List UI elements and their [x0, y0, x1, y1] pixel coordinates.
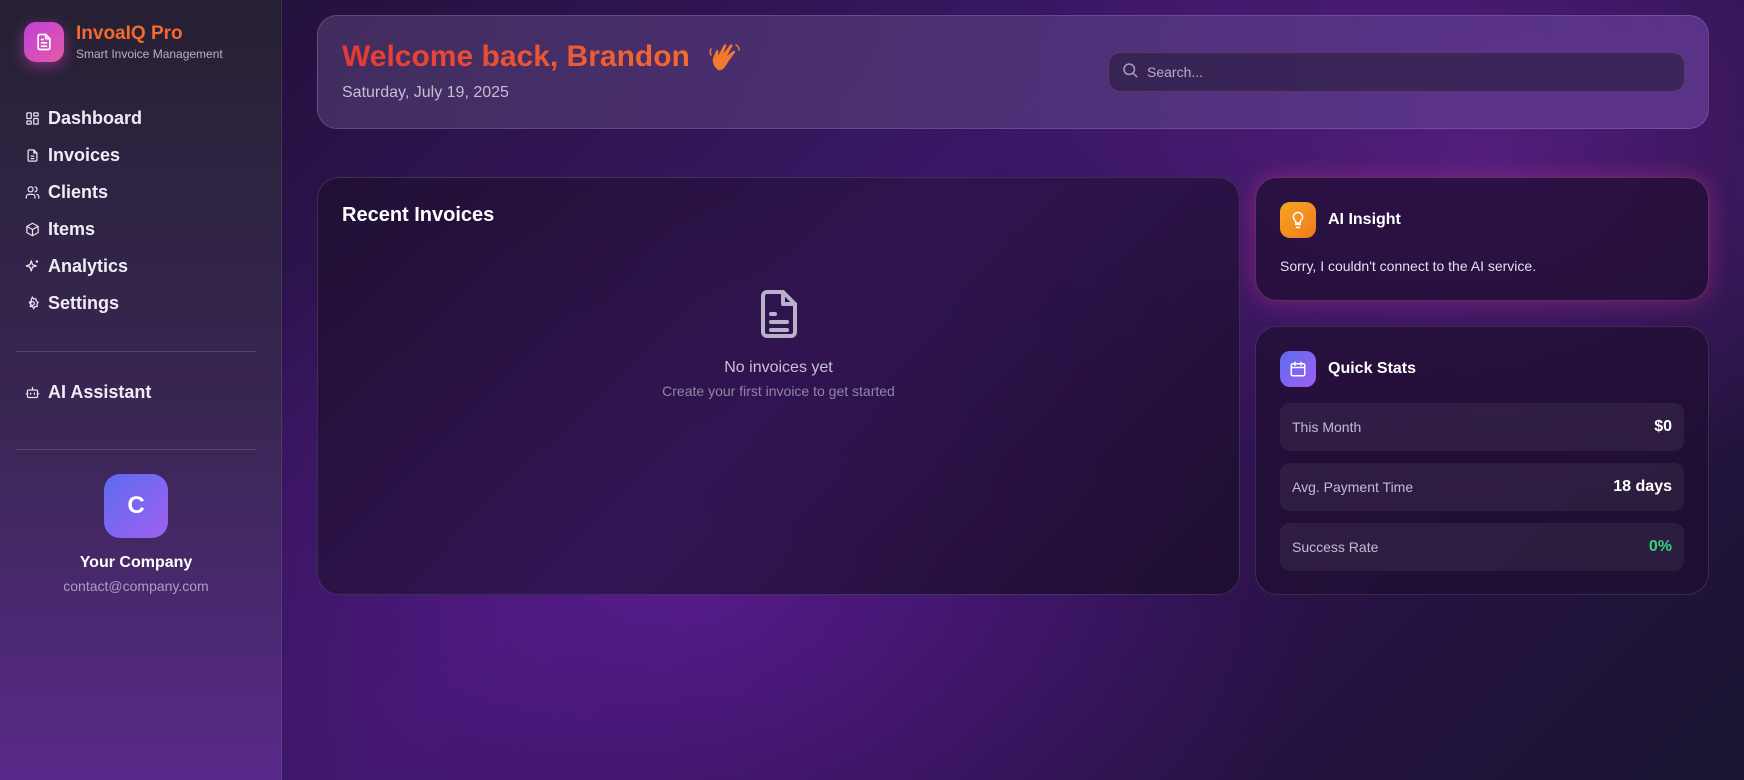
- document-icon: [24, 148, 40, 164]
- sidebar-item-label: Settings: [48, 293, 120, 313]
- document-icon: [24, 22, 64, 62]
- stat-label: Success Rate: [1292, 539, 1379, 555]
- stat-label: Avg. Payment Time: [1292, 479, 1414, 495]
- empty-state-title: No invoices yet: [724, 359, 833, 376]
- sidebar-nav-secondary: AI Assistant: [24, 374, 151, 411]
- stat-value: $0: [1654, 418, 1672, 435]
- sparkles-icon: [24, 259, 40, 275]
- welcome-title: Welcome back, Brandon: [342, 40, 690, 73]
- waving-hand-icon: [708, 40, 744, 76]
- sidebar-item-ai-assistant[interactable]: AI Assistant: [24, 374, 151, 411]
- stat-value: 0%: [1648, 538, 1672, 555]
- quick-stats-card: Quick Stats This Month $0 Avg. Payment T…: [1255, 326, 1709, 595]
- sidebar: InvoaIQ Pro Smart Invoice Management Das…: [0, 0, 282, 780]
- current-date: Saturday, July 19, 2025: [342, 84, 509, 101]
- search-input[interactable]: [1147, 64, 1667, 80]
- sidebar-divider: [16, 449, 256, 450]
- company-email: contact@company.com: [63, 578, 209, 594]
- stat-row-this-month: This Month $0: [1280, 403, 1684, 451]
- brand-subtitle: Smart Invoice Management: [76, 47, 223, 61]
- sidebar-item-settings[interactable]: Settings: [24, 285, 142, 322]
- company-profile[interactable]: C Your Company contact@company.com: [0, 474, 272, 594]
- sidebar-item-label: Clients: [48, 182, 109, 202]
- bot-icon: [24, 385, 40, 401]
- sidebar-item-invoices[interactable]: Invoices: [24, 137, 142, 174]
- search-box[interactable]: [1108, 52, 1685, 92]
- gear-icon: [24, 296, 40, 312]
- search-icon: [1121, 61, 1139, 84]
- recent-invoices-card: Recent Invoices No invoices yet Create y…: [317, 177, 1240, 595]
- empty-state-subtitle: Create your first invoice to get started: [662, 383, 895, 399]
- stat-row-avg-payment-time: Avg. Payment Time 18 days: [1280, 463, 1684, 511]
- users-icon: [24, 185, 40, 201]
- sidebar-item-label: AI Assistant: [48, 382, 152, 402]
- sidebar-item-label: Items: [48, 219, 96, 239]
- sidebar-item-clients[interactable]: Clients: [24, 174, 142, 211]
- sidebar-nav: Dashboard Invoices Clients Items Analyti…: [24, 100, 142, 322]
- sidebar-item-analytics[interactable]: Analytics: [24, 248, 142, 285]
- ai-insight-message: Sorry, I couldn't connect to the AI serv…: [1280, 258, 1537, 274]
- quick-stats-title: Quick Stats: [1328, 360, 1417, 377]
- sidebar-item-label: Analytics: [48, 256, 129, 276]
- ai-insight-title: AI Insight: [1328, 211, 1401, 228]
- stat-row-success-rate: Success Rate 0%: [1280, 523, 1684, 571]
- grid-icon: [24, 111, 40, 127]
- brand[interactable]: InvoaIQ Pro Smart Invoice Management: [24, 22, 223, 62]
- brand-name: InvoaIQ Pro: [76, 23, 183, 44]
- stat-value: 18 days: [1613, 478, 1672, 495]
- company-name: Your Company: [79, 554, 193, 571]
- document-icon: [755, 290, 803, 344]
- calendar-icon: [1280, 351, 1316, 387]
- sidebar-item-label: Invoices: [48, 145, 121, 165]
- ai-insight-card: AI Insight Sorry, I couldn't connect to …: [1255, 177, 1709, 301]
- sidebar-item-dashboard[interactable]: Dashboard: [24, 100, 142, 137]
- welcome-header: Welcome back, Brandon Saturday, July 19,…: [317, 15, 1709, 129]
- sidebar-item-items[interactable]: Items: [24, 211, 142, 248]
- stat-label: This Month: [1292, 419, 1362, 435]
- empty-state: No invoices yet Create your first invoic…: [318, 288, 1239, 399]
- avatar: C: [104, 474, 168, 538]
- sidebar-item-label: Dashboard: [48, 108, 143, 128]
- lightbulb-icon: [1280, 202, 1316, 238]
- sidebar-divider: [16, 351, 256, 352]
- recent-invoices-title: Recent Invoices: [342, 204, 495, 226]
- box-icon: [24, 222, 40, 238]
